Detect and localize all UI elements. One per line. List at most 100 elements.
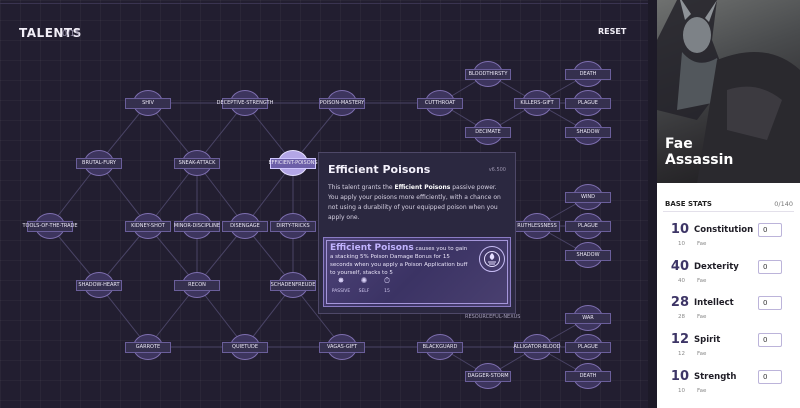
talent-node-decimate[interactable]: DECIMATE	[465, 119, 511, 145]
character-panel: Fae Assassin BASE STATS 0/140 10 Constit…	[657, 0, 800, 408]
talent-node-wind[interactable]: WIND	[565, 184, 611, 210]
self-label: SELF	[358, 289, 370, 294]
talent-node-label: QUIETUDE	[232, 344, 258, 350]
stat-name: Strength	[694, 372, 737, 382]
description-text: This talent grants the	[328, 184, 395, 191]
talent-node-alligator-blood[interactable]: ALLIGATOR-BLOOD	[513, 334, 561, 360]
talent-node-blackguard[interactable]: BLACKGUARD	[417, 334, 463, 360]
talent-node-ruthlessness[interactable]: RUTHLESSNESS	[514, 213, 560, 239]
talent-node-label: DEATH	[579, 373, 597, 379]
talent-node-plague[interactable]: PLAGUE	[565, 90, 611, 116]
talent-node-tools-of-the-trade[interactable]: TOOLS-OF-THE-TRADE	[22, 213, 78, 239]
stat-row-intellect: 28 Intellect 28 Fae	[657, 295, 800, 329]
stat-row-strength: 10 Strength 10 Fae	[657, 369, 800, 403]
power-card-name: Efficient Poisons	[330, 243, 414, 253]
talent-node-label: SHADOW	[576, 252, 600, 258]
stat-source: Fae	[697, 351, 707, 357]
talent-tree-panel: TALENTS 0/15 RESET SHIV DECEPTIVE-STRENGT…	[0, 0, 648, 408]
talent-node-label: DISENGAGE	[230, 223, 260, 229]
talent-node-dagger-storm[interactable]: DAGGER-STORM	[465, 363, 511, 389]
stat-name: Intellect	[694, 298, 734, 308]
talent-node-label: VAGAS-GIFT	[326, 344, 358, 350]
poison-emblem-icon	[479, 246, 505, 272]
passive-label: PASSIVE	[331, 289, 351, 294]
talent-tooltip: Efficient Poisons v6.500 This talent gra…	[318, 152, 516, 314]
self-stat: ✺ SELF	[353, 276, 375, 294]
power-card: Efficient Poisons causes you to gain a s…	[323, 237, 511, 307]
talent-node-label: PLAGUE	[578, 100, 598, 106]
stat-name: Constitution	[694, 225, 754, 235]
constitution-input[interactable]	[758, 223, 782, 237]
intellect-input[interactable]	[758, 296, 782, 310]
character-name: Fae Assassin	[665, 136, 733, 168]
talent-node-poison-mastery[interactable]: POISON-MASTERY	[319, 90, 365, 116]
talent-node-label: SCHADENFREUDE	[270, 282, 316, 288]
talent-node-sneak-attack[interactable]: SNEAK-ATTACK	[174, 150, 220, 176]
talent-node-bloodthirsty[interactable]: BLOODTHIRSTY	[465, 61, 511, 87]
talent-node-label: WAR	[582, 315, 594, 321]
tooltip-footnote: RESOURCEFUL-NEXUS	[465, 314, 521, 320]
talent-node-shiv[interactable]: SHIV	[125, 90, 171, 116]
dexterity-input[interactable]	[758, 260, 782, 274]
character-name-line: Fae	[665, 136, 693, 152]
passive-icon: ✸	[337, 276, 345, 285]
talent-node-kidney-shot[interactable]: KIDNEY-SHOT	[125, 213, 171, 239]
character-portrait: Fae Assassin	[657, 0, 800, 183]
talent-node-vagas-gift[interactable]: VAGAS-GIFT	[319, 334, 365, 360]
talent-node-efficient-poisons[interactable]: EFFICIENT-POISONS	[268, 150, 318, 176]
stat-row-dexterity: 40 Dexterity 40 Fae	[657, 259, 800, 293]
talent-node-brutal-fury[interactable]: BRUTAL-FURY	[76, 150, 122, 176]
stat-source: Fae	[697, 314, 707, 320]
talent-node-shadow[interactable]: SHADOW	[565, 119, 611, 145]
talent-node-label: MINOR-DISCIPLINE	[173, 223, 221, 229]
talent-node-label: WIND	[580, 194, 596, 200]
talent-node-schadenfreude[interactable]: SCHADENFREUDE	[270, 272, 316, 298]
talent-node-label: DIRTY-TRICKS	[276, 223, 310, 229]
description-highlight: Efficient Poisons	[394, 184, 451, 191]
talent-node-dirty-tricks[interactable]: DIRTY-TRICKS	[270, 213, 316, 239]
talent-node-killers-gift[interactable]: KILLERS-GIFT	[514, 90, 560, 116]
talent-node-label: BRUTAL-FURY	[82, 160, 116, 166]
base-stats-header: BASE STATS	[665, 200, 712, 208]
talent-node-deceptive-strength[interactable]: DECEPTIVE-STRENGTH	[217, 90, 273, 116]
stat-value: 10	[670, 369, 689, 384]
talent-node-label: POISON-MASTERY	[319, 100, 365, 106]
divider	[663, 211, 794, 212]
character-name-line: Assassin	[665, 152, 734, 168]
talent-node-shadow[interactable]: SHADOW	[565, 242, 611, 268]
stat-row-spirit: 12 Spirit 12 Fae	[657, 332, 800, 366]
stat-base: 12	[678, 351, 685, 357]
talent-node-label: ALLIGATOR-BLOOD	[513, 344, 561, 350]
talent-node-label: SHADOW-HEART	[78, 282, 120, 288]
talent-node-death[interactable]: DEATH	[565, 363, 611, 389]
talent-node-shadow-heart[interactable]: SHADOW-HEART	[76, 272, 122, 298]
talent-node-cutthroat[interactable]: CUTTHROAT	[417, 90, 463, 116]
talent-node-war[interactable]: WAR	[565, 305, 611, 331]
stat-row-constitution: 10 Constitution 10 Fae	[657, 222, 800, 256]
talent-node-label: KIDNEY-SHOT	[131, 223, 165, 229]
talent-node-plague[interactable]: PLAGUE	[565, 213, 611, 239]
talent-node-quietude[interactable]: QUIETUDE	[222, 334, 268, 360]
talent-node-plague[interactable]: PLAGUE	[565, 334, 611, 360]
talent-node-disengage[interactable]: DISENGAGE	[222, 213, 268, 239]
talent-node-death[interactable]: DEATH	[565, 61, 611, 87]
strength-input[interactable]	[758, 370, 782, 384]
stat-value: 12	[670, 332, 689, 347]
talent-node-recon[interactable]: RECON	[174, 272, 220, 298]
talent-node-garrote[interactable]: GARROTE	[125, 334, 171, 360]
stat-source: Fae	[697, 278, 707, 284]
stat-value: 40	[670, 259, 689, 274]
tooltip-title: Efficient Poisons	[328, 163, 431, 176]
stat-name: Spirit	[694, 335, 721, 345]
self-icon: ✺	[360, 276, 368, 285]
tooltip-id: v6.500	[488, 167, 506, 173]
talent-node-label: DECIMATE	[475, 129, 501, 135]
talent-node-label: EFFICIENT-POISONS	[268, 160, 318, 166]
talent-node-minor-discipline[interactable]: MINOR-DISCIPLINE	[173, 213, 221, 239]
stat-value: 28	[670, 295, 689, 310]
talent-node-label: DAGGER-STORM	[467, 373, 509, 379]
talent-node-label: TOOLS-OF-THE-TRADE	[22, 223, 78, 229]
spirit-input[interactable]	[758, 333, 782, 347]
passive-stat: ✸ PASSIVE	[330, 276, 352, 294]
base-stats-count: 0/140	[774, 200, 793, 208]
